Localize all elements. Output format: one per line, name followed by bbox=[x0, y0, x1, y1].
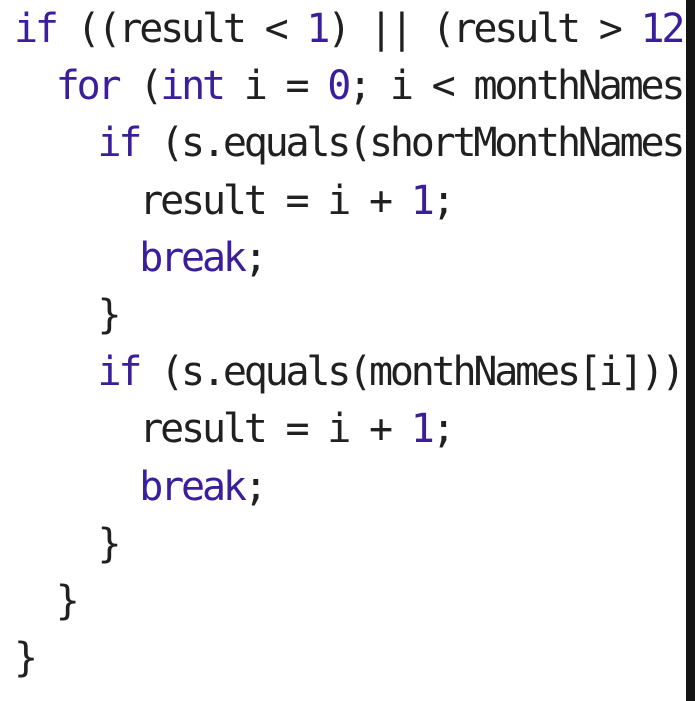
number-token: 1 bbox=[410, 406, 435, 453]
code-line: } bbox=[14, 629, 38, 687]
code-line: for (int i = 0; i < monthNames.le bbox=[14, 57, 686, 115]
window-edge bbox=[686, 0, 695, 701]
code-token: } bbox=[55, 578, 80, 624]
code-token: ; bbox=[243, 463, 268, 510]
code-token: ; bbox=[243, 234, 268, 281]
code-line: } bbox=[14, 286, 122, 344]
code-line: result = i + 1; bbox=[14, 172, 456, 230]
code-line: } bbox=[14, 572, 80, 630]
code-line: result = i + 1; bbox=[14, 400, 456, 458]
code-token: } bbox=[14, 635, 38, 682]
keyword-token: break bbox=[139, 234, 247, 281]
code-line: if ((result < 1) || (result > 12)) bbox=[14, 0, 686, 58]
code-line: if (s.equals(shortMonthNames[i] bbox=[14, 114, 686, 172]
keyword-token: for bbox=[55, 63, 122, 110]
number-token: 0 bbox=[327, 63, 351, 110]
code-token: i = bbox=[222, 63, 328, 110]
code-token: } bbox=[97, 292, 122, 338]
code-token: ; i < monthNames.le bbox=[348, 63, 686, 110]
keyword-token: if bbox=[97, 120, 143, 167]
code-token: ( bbox=[118, 63, 163, 110]
code-line: break; bbox=[14, 458, 268, 516]
code-editor[interactable]: if ((result < 1) || (result > 12)) for (… bbox=[0, 0, 686, 701]
keyword-token: if bbox=[97, 349, 143, 396]
code-token: (s.equals(shortMonthNames[i] bbox=[139, 120, 686, 167]
code-line: break; bbox=[14, 229, 268, 287]
code-line: } bbox=[14, 515, 122, 573]
keyword-token: if bbox=[14, 6, 59, 52]
code-token: ; bbox=[431, 406, 456, 453]
code-token: result = i + bbox=[139, 177, 411, 224]
keyword-token: break bbox=[139, 463, 247, 510]
code-line: if (s.equals(monthNames[i])) { bbox=[14, 343, 686, 401]
keyword-token: int bbox=[160, 63, 226, 110]
code-token: ((result < bbox=[55, 6, 307, 52]
code-token: ; bbox=[431, 177, 456, 224]
number-token: 1 bbox=[410, 177, 435, 224]
number-token: 12 bbox=[640, 6, 685, 52]
code-token: (s.equals(monthNames[i])) { bbox=[139, 349, 686, 396]
number-token: 1 bbox=[306, 6, 330, 52]
code-token: ) || (result > bbox=[327, 6, 641, 52]
code-token: result = i + bbox=[139, 406, 411, 453]
code-token: } bbox=[97, 520, 122, 567]
